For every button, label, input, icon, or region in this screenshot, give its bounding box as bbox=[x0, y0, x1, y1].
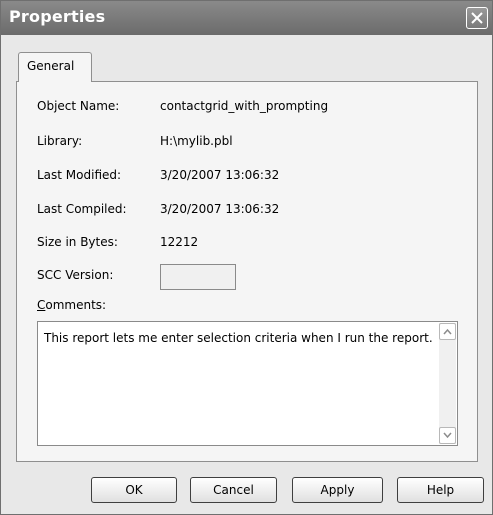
comments-label-text: omments: bbox=[45, 298, 107, 312]
last-modified-value: 3/20/2007 13:06:32 bbox=[160, 168, 280, 182]
size-in-bytes-label: Size in Bytes: bbox=[37, 235, 118, 249]
scc-version-label: SCC Version: bbox=[37, 268, 114, 282]
comments-label: Comments: bbox=[37, 298, 106, 312]
properties-dialog: Properties General Object Name: contactg… bbox=[0, 0, 493, 515]
library-label: Library: bbox=[37, 134, 83, 148]
comments-textarea[interactable]: This report lets me enter selection crit… bbox=[37, 321, 458, 446]
apply-button[interactable]: Apply bbox=[292, 477, 383, 503]
object-name-label: Object Name: bbox=[37, 99, 120, 113]
close-icon bbox=[471, 12, 483, 24]
ok-button[interactable]: OK bbox=[91, 477, 177, 503]
last-modified-label: Last Modified: bbox=[37, 168, 122, 182]
tab-general[interactable]: General bbox=[18, 52, 92, 82]
comments-text: This report lets me enter selection crit… bbox=[44, 331, 433, 345]
object-name-value: contactgrid_with_prompting bbox=[160, 99, 329, 113]
size-in-bytes-value: 12212 bbox=[160, 235, 199, 249]
comments-scrollbar[interactable] bbox=[439, 323, 456, 444]
close-button[interactable] bbox=[466, 7, 488, 29]
general-panel: Object Name: contactgrid_with_prompting … bbox=[16, 81, 478, 462]
tab-general-label: General bbox=[27, 59, 75, 73]
scroll-down-button[interactable] bbox=[439, 427, 456, 444]
scroll-down-arrow-icon bbox=[443, 432, 452, 439]
library-value: H:\mylib.pbl bbox=[160, 134, 233, 148]
last-compiled-label: Last Compiled: bbox=[37, 202, 127, 216]
scroll-up-arrow-icon bbox=[443, 328, 452, 335]
help-button[interactable]: Help bbox=[397, 477, 484, 503]
title-bar: Properties bbox=[1, 1, 492, 35]
scc-version-field[interactable] bbox=[160, 264, 236, 290]
last-compiled-value: 3/20/2007 13:06:32 bbox=[160, 202, 280, 216]
window-title: Properties bbox=[9, 7, 106, 26]
scroll-up-button[interactable] bbox=[439, 323, 456, 340]
cancel-button[interactable]: Cancel bbox=[190, 477, 277, 503]
